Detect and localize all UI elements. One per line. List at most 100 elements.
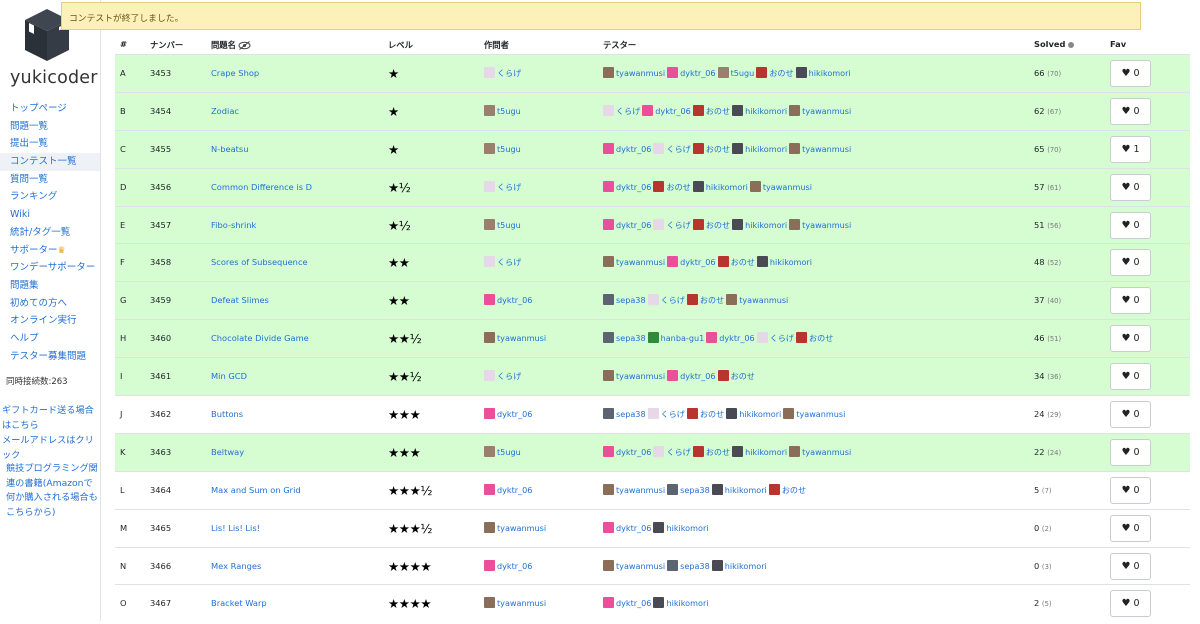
user-link[interactable]: tyawanmusi (802, 106, 851, 116)
user-link[interactable]: hikikomori (706, 182, 748, 192)
user-link[interactable]: おのせ (700, 295, 724, 305)
user-link[interactable]: sepa38 (680, 485, 710, 495)
brand-title[interactable]: yukicoder (10, 68, 98, 88)
fav-button[interactable]: ♥ 0 (1110, 476, 1151, 504)
user-link[interactable]: おのせ (666, 182, 690, 192)
user-link[interactable]: hikikomori (739, 409, 781, 419)
problem-name-link[interactable]: Max and Sum on Grid (211, 472, 301, 510)
user-link[interactable]: sepa38 (616, 333, 646, 343)
eye-slash-icon[interactable] (238, 41, 251, 50)
user-link[interactable]: くらげ (497, 182, 521, 192)
user-link[interactable]: くらげ (666, 220, 690, 230)
fav-button[interactable]: ♥ 1 (1110, 135, 1151, 163)
user-link[interactable]: くらげ (497, 257, 521, 267)
user-link[interactable]: tyawanmusi (739, 295, 788, 305)
problem-name-link[interactable]: Min GCD (211, 358, 247, 396)
books-link[interactable]: 競技プログラミング関連の書籍(Amazonで何か購入される場合もこちらから) (6, 462, 100, 520)
user-link[interactable]: hikikomori (666, 598, 708, 608)
mail-link[interactable]: メールアドレスはクリック (2, 434, 100, 463)
sidebar-item-online-run[interactable]: オンライン実行 (0, 312, 100, 330)
sidebar-item-submissions[interactable]: 提出一覧 (0, 135, 100, 153)
user-link[interactable]: tyawanmusi (802, 144, 851, 154)
user-link[interactable]: dyktr_06 (680, 257, 715, 267)
sidebar-item-supporter[interactable]: サポーター♛ (0, 242, 100, 260)
sidebar-item-stats[interactable]: 統計/タグ一覧 (0, 224, 100, 242)
fav-button[interactable]: ♥ 0 (1110, 60, 1151, 87)
user-link[interactable]: tyawanmusi (616, 257, 665, 267)
sidebar-item-problem-sets[interactable]: 問題集 (0, 277, 100, 295)
sidebar-item-help[interactable]: ヘルプ (0, 330, 100, 348)
user-link[interactable]: tyawanmusi (802, 447, 851, 457)
sidebar-item-top[interactable]: トップページ (0, 100, 100, 118)
fav-button[interactable]: ♥ 0 (1110, 552, 1151, 580)
user-link[interactable]: おのせ (731, 257, 755, 267)
user-link[interactable]: おのせ (782, 485, 806, 495)
user-link[interactable]: dyktr_06 (497, 295, 532, 305)
user-link[interactable]: おのせ (700, 409, 724, 419)
gift-card-link[interactable]: ギフトカード送る場合はこちら (2, 404, 100, 433)
user-link[interactable]: t5ugu (731, 68, 755, 78)
user-link[interactable]: dyktr_06 (680, 371, 715, 381)
user-link[interactable]: くらげ (770, 333, 794, 343)
user-link[interactable]: くらげ (497, 68, 521, 78)
fav-button[interactable]: ♥ 0 (1110, 514, 1151, 542)
problem-name-link[interactable]: Beltway (211, 434, 244, 472)
user-link[interactable]: dyktr_06 (616, 598, 651, 608)
user-link[interactable]: t5ugu (497, 447, 521, 457)
user-link[interactable]: dyktr_06 (616, 220, 651, 230)
user-link[interactable]: おのせ (706, 106, 730, 116)
user-link[interactable]: dyktr_06 (497, 409, 532, 419)
user-link[interactable]: sepa38 (616, 409, 646, 419)
user-link[interactable]: tyawanmusi (802, 220, 851, 230)
user-link[interactable]: hikikomori (666, 523, 708, 533)
user-link[interactable]: hikikomori (809, 68, 851, 78)
user-link[interactable]: hikikomori (745, 144, 787, 154)
user-link[interactable]: くらげ (497, 371, 521, 381)
problem-name-link[interactable]: Scores of Subsequence (211, 244, 308, 282)
problem-name-link[interactable]: Chocolate Divide Game (211, 320, 309, 358)
problem-name-link[interactable]: N-beatsu (211, 131, 249, 169)
user-link[interactable]: dyktr_06 (497, 485, 532, 495)
user-link[interactable]: おのせ (769, 68, 793, 78)
user-link[interactable]: おのせ (731, 371, 755, 381)
user-link[interactable]: くらげ (661, 409, 685, 419)
problem-name-link[interactable]: Zodiac (211, 93, 239, 131)
fav-button[interactable]: ♥ 0 (1110, 211, 1151, 239)
sidebar-item-oneday-supporter[interactable]: ワンデーサポーター (0, 259, 100, 277)
info-icon[interactable] (1067, 41, 1074, 48)
user-link[interactable]: hikikomori (725, 561, 767, 571)
user-link[interactable]: hikikomori (745, 106, 787, 116)
problem-name-link[interactable]: Lis! Lis! Lis! (211, 510, 260, 548)
sidebar-item-wiki[interactable]: Wiki (0, 206, 100, 224)
user-link[interactable]: くらげ (661, 295, 685, 305)
user-link[interactable]: おのせ (706, 144, 730, 154)
user-link[interactable]: dyktr_06 (655, 106, 690, 116)
fav-button[interactable]: ♥ 0 (1110, 363, 1151, 391)
user-link[interactable]: hikikomori (770, 257, 812, 267)
user-link[interactable]: tyawanmusi (616, 68, 665, 78)
user-link[interactable]: tyawanmusi (616, 485, 665, 495)
user-link[interactable]: tyawanmusi (616, 371, 665, 381)
fav-button[interactable]: ♥ 0 (1110, 401, 1151, 429)
user-link[interactable]: くらげ (616, 106, 640, 116)
user-link[interactable]: dyktr_06 (616, 447, 651, 457)
user-link[interactable]: dyktr_06 (616, 523, 651, 533)
user-link[interactable]: tyawanmusi (497, 598, 546, 608)
user-link[interactable]: t5ugu (497, 106, 521, 116)
user-link[interactable]: hikikomori (745, 220, 787, 230)
sidebar-item-tester-wanted[interactable]: テスター募集問題 (0, 348, 100, 366)
user-link[interactable]: tyawanmusi (616, 561, 665, 571)
user-link[interactable]: dyktr_06 (616, 144, 651, 154)
user-link[interactable]: おのせ (706, 447, 730, 457)
user-link[interactable]: t5ugu (497, 144, 521, 154)
sidebar-item-problems[interactable]: 問題一覧 (0, 118, 100, 136)
fav-button[interactable]: ♥ 0 (1110, 97, 1151, 125)
user-link[interactable]: tyawanmusi (497, 523, 546, 533)
user-link[interactable]: sepa38 (680, 561, 710, 571)
fav-button[interactable]: ♥ 0 (1110, 325, 1151, 353)
user-link[interactable]: tyawanmusi (796, 409, 845, 419)
user-link[interactable]: くらげ (666, 447, 690, 457)
fav-button[interactable]: ♥ 0 (1110, 173, 1151, 201)
problem-name-link[interactable]: Crape Shop (211, 55, 259, 93)
problem-name-link[interactable]: Buttons (211, 396, 243, 434)
